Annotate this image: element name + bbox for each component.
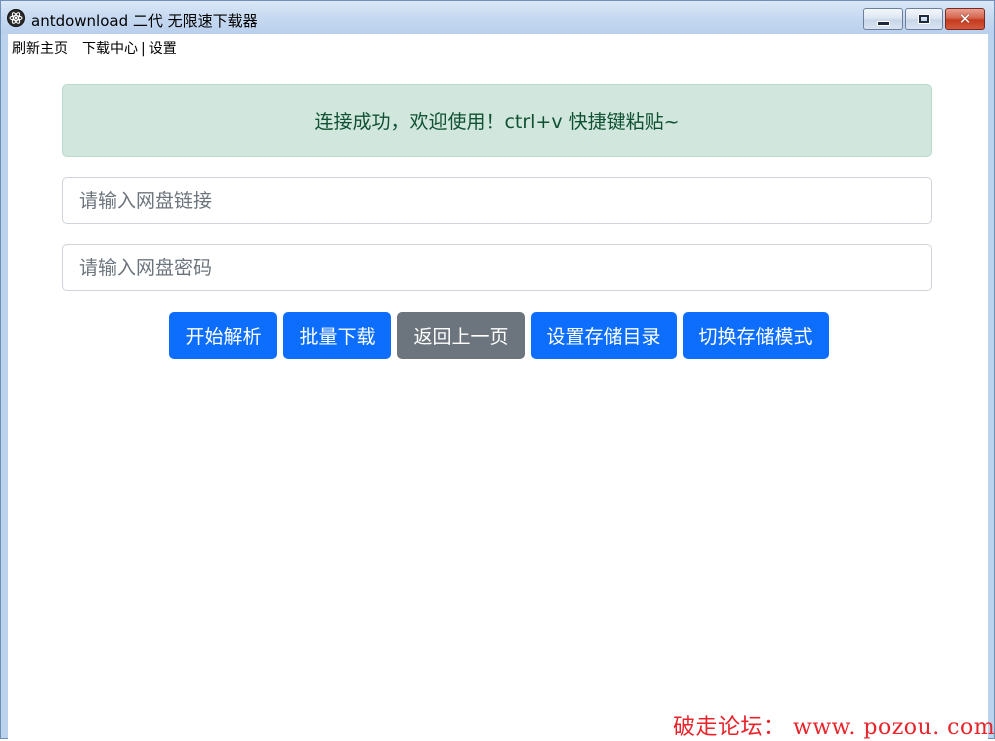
minimize-button[interactable] xyxy=(863,8,903,30)
back-button[interactable]: 返回上一页 xyxy=(397,312,525,359)
menu-refresh-home[interactable]: 刷新主页 xyxy=(12,38,68,58)
menu-bar: 刷新主页 下载中心 | 设置 xyxy=(12,38,177,58)
menu-separator: | xyxy=(141,41,146,57)
switch-storage-mode-button[interactable]: 切换存储模式 xyxy=(682,312,829,359)
set-storage-dir-button[interactable]: 设置存储目录 xyxy=(530,312,677,359)
success-alert: 连接成功，欢迎使用！ctrl+v 快捷键粘贴~ xyxy=(62,84,932,157)
minimize-icon xyxy=(876,20,890,26)
atom-icon xyxy=(7,9,25,27)
menu-settings[interactable]: 设置 xyxy=(149,38,177,58)
action-buttons: 开始解析 批量下载 返回上一页 设置存储目录 切换存储模式 xyxy=(8,312,988,359)
maximize-button[interactable] xyxy=(905,8,943,30)
share-password-input[interactable] xyxy=(62,244,932,291)
close-icon: ✕ xyxy=(958,9,972,28)
client-area: 刷新主页下载中心|设置 连接成功，欢迎使用！ctrl+v 快捷键粘贴~ 开始解析… xyxy=(8,34,988,740)
window-title: antdownload 二代 无限速下载器 xyxy=(31,12,258,30)
title-bar[interactable]: antdownload 二代 无限速下载器 ✕ xyxy=(1,1,994,34)
start-parse-button[interactable]: 开始解析 xyxy=(169,312,278,359)
batch-download-button[interactable]: 批量下载 xyxy=(283,312,392,359)
alert-message: 连接成功，欢迎使用！ctrl+v 快捷键粘贴~ xyxy=(314,111,680,133)
close-button[interactable]: ✕ xyxy=(945,8,985,30)
maximize-icon xyxy=(918,14,930,24)
watermark: 破走论坛： www. pozou. com xyxy=(673,715,995,740)
app-window: antdownload 二代 无限速下载器 ✕ 刷新主页 下载中心 | 设置 连接成功… xyxy=(0,0,995,740)
menu-download-center[interactable]: 下载中心 xyxy=(82,38,138,58)
share-link-input[interactable] xyxy=(62,177,932,224)
